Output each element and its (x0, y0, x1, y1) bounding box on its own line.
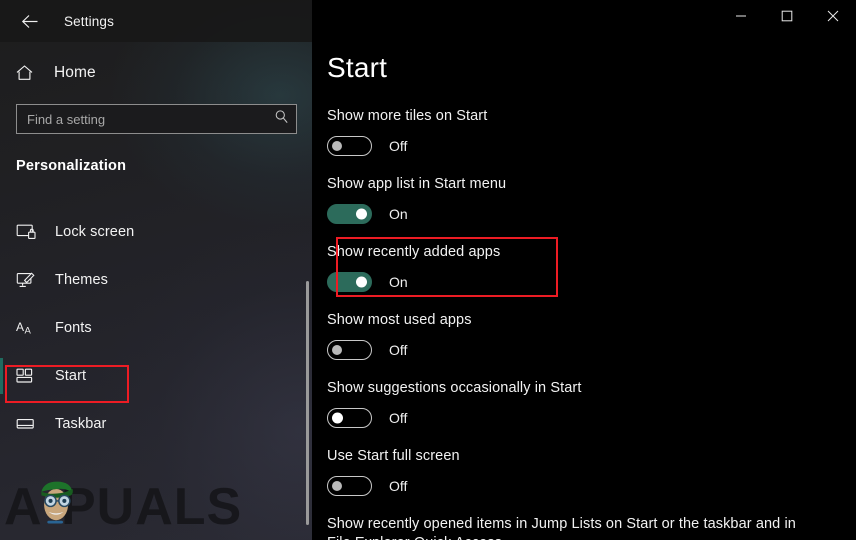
toggle-show-app-list[interactable] (327, 204, 372, 224)
home-icon (15, 62, 41, 84)
toggle-row: On (327, 203, 856, 225)
setting-show-suggestions: Show suggestions occasionally in Start O… (327, 379, 856, 429)
toggle-state-label: On (389, 206, 408, 222)
setting-show-most-used-apps: Show most used apps Off (327, 311, 856, 361)
setting-label: Show recently opened items in Jump Lists… (327, 516, 796, 540)
settings-list: Show more tiles on Start Off Show app li… (327, 107, 856, 540)
setting-label: Show most used apps (327, 312, 472, 328)
lock-screen-icon (16, 221, 42, 243)
search-box[interactable] (16, 104, 297, 134)
appuals-watermark: A PUALS (4, 478, 242, 536)
toggle-state-label: Off (389, 478, 408, 494)
toggle-knob (356, 208, 367, 220)
svg-text:A: A (16, 320, 24, 334)
toggle-knob (332, 141, 342, 151)
sidebar-item-start-label: Start (55, 368, 87, 384)
toggle-state-label: Off (389, 342, 408, 358)
toggle-knob (332, 481, 342, 491)
back-arrow-icon[interactable] (13, 6, 47, 36)
sidebar-item-fonts-label: Fonts (55, 320, 92, 336)
maximize-icon[interactable] (764, 0, 810, 32)
sidebar-item-lock-screen-label: Lock screen (55, 224, 135, 240)
setting-show-app-list: Show app list in Start menu On (327, 175, 856, 225)
svg-text:PUALS: PUALS (61, 478, 242, 536)
toggle-row: Off (327, 135, 856, 157)
app-title: Settings (64, 13, 114, 29)
sidebar-item-taskbar[interactable]: Taskbar (0, 400, 312, 448)
page-title: Start (327, 52, 388, 83)
main-content: Start Show more tiles on Start Off Show … (312, 0, 856, 540)
toggle-row: Off (327, 407, 856, 429)
setting-show-recently-added-apps: Show recently added apps On (327, 243, 856, 293)
svg-text:A: A (4, 478, 43, 536)
sidebar-item-taskbar-label: Taskbar (55, 416, 107, 432)
taskbar-icon (16, 413, 42, 435)
toggle-state-label: Off (389, 410, 408, 426)
sidebar-item-start[interactable]: Start (0, 352, 312, 400)
title-bar: Settings (0, 0, 312, 42)
sidebar-item-lock-screen[interactable]: Lock screen (0, 208, 312, 256)
toggle-row: On (327, 271, 856, 293)
setting-label: Show recently added apps (327, 244, 501, 260)
toggle-show-most-used-apps[interactable] (327, 340, 372, 360)
setting-label: Show more tiles on Start (327, 108, 488, 124)
toggle-state-label: On (389, 274, 408, 290)
setting-use-start-full-screen: Use Start full screen Off (327, 447, 856, 497)
search-icon (274, 109, 289, 129)
toggle-state-label: Off (389, 138, 408, 154)
search-input[interactable] (27, 111, 274, 127)
toggle-knob (332, 345, 342, 355)
fonts-aa-icon: A A (16, 317, 42, 339)
svg-text:A: A (25, 326, 32, 337)
toggle-knob (332, 412, 343, 424)
sidebar-item-fonts[interactable]: A A Fonts (0, 304, 312, 352)
setting-label: Show suggestions occasionally in Start (327, 380, 582, 396)
toggle-knob (356, 276, 367, 288)
setting-show-more-tiles: Show more tiles on Start Off (327, 107, 856, 157)
setting-label: Show app list in Start menu (327, 176, 507, 192)
close-icon[interactable] (810, 0, 856, 32)
setting-show-jump-lists: Show recently opened items in Jump Lists… (327, 515, 856, 540)
toggle-row: Off (327, 475, 856, 497)
sidebar-item-home[interactable]: Home (0, 56, 312, 90)
sidebar-item-themes-label: Themes (55, 272, 108, 288)
selected-accent-bar (0, 358, 3, 394)
sidebar-item-themes[interactable]: Themes (0, 256, 312, 304)
start-tiles-icon (16, 365, 42, 387)
toggle-show-suggestions[interactable] (327, 408, 372, 428)
sidebar-scrollbar[interactable] (306, 281, 309, 525)
sidebar-item-home-label: Home (54, 64, 96, 81)
minimize-icon[interactable] (718, 0, 764, 32)
toggle-use-start-full-screen[interactable] (327, 476, 372, 496)
window-controls (718, 0, 856, 32)
sidebar: Settings Home Personalization (0, 0, 312, 540)
settings-window: Settings Home Personalization (0, 0, 856, 540)
sidebar-nav-list: Lock screen Themes A A Fonts Start Taskb… (0, 208, 312, 448)
setting-label: Use Start full screen (327, 448, 460, 464)
themes-brush-icon (16, 269, 42, 291)
toggle-show-more-tiles[interactable] (327, 136, 372, 156)
sidebar-category-title: Personalization (16, 158, 127, 174)
toggle-row: Off (327, 339, 856, 361)
toggle-show-recently-added-apps[interactable] (327, 272, 372, 292)
